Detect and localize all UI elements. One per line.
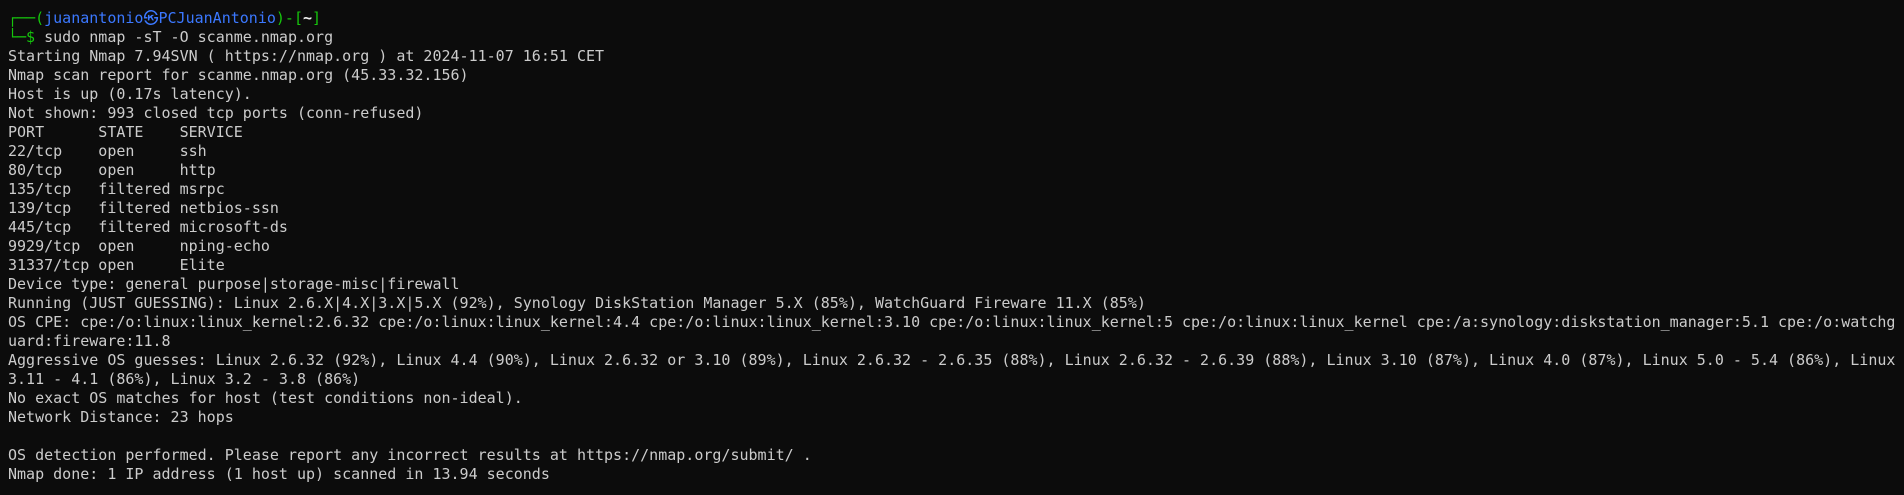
port-row: 80/tcp open http [8, 161, 216, 179]
output-line-not-shown: Not shown: 993 closed tcp ports (conn-re… [8, 104, 424, 122]
command-text: sudo nmap -sT -O scanme.nmap.org [35, 28, 334, 46]
prompt-dir: ~ [302, 9, 313, 27]
prompt-user: juanantonio [44, 9, 144, 27]
device-type-line: Device type: general purpose|storage-mis… [8, 275, 460, 293]
output-line-host-up: Host is up (0.17s latency). [8, 85, 252, 103]
port-row: 22/tcp open ssh [8, 142, 207, 160]
port-table-header: PORT STATE SERVICE [8, 123, 243, 141]
port-row: 445/tcp filtered microsoft-ds [8, 218, 288, 236]
port-row: 139/tcp filtered netbios-ssn [8, 199, 279, 217]
running-line: Running (JUST GUESSING): Linux 2.6.X|4.X… [8, 294, 1146, 312]
prompt-frame-second: └─$ [8, 28, 36, 46]
port-row: 31337/tcp open Elite [8, 256, 225, 274]
network-distance-line: Network Distance: 23 hops [8, 408, 234, 426]
prompt-line: ┌──(juanantonio㉿PCJuanAntonio)-[~] [8, 9, 1904, 28]
no-exact-match-line: No exact OS matches for host (test condi… [8, 389, 523, 407]
port-row: 9929/tcp open nping-echo [8, 237, 270, 255]
os-cpe-line: OS CPE: cpe:/o:linux:linux_kernel:2.6.32… [8, 313, 1896, 350]
port-row: 135/tcp filtered msrpc [8, 180, 225, 198]
output-line-report: Nmap scan report for scanme.nmap.org (45… [8, 66, 469, 84]
prompt-frame-mid: )-[ [275, 9, 303, 27]
terminal-window[interactable]: ┌──(juanantonio㉿PCJuanAntonio)-[~] └─$ s… [0, 0, 1904, 495]
command-line[interactable]: └─$ sudo nmap -sT -O scanme.nmap.org [8, 28, 1904, 47]
prompt-at-symbol: ㉿ [143, 9, 159, 27]
os-detection-line: OS detection performed. Please report an… [8, 446, 812, 464]
prompt-frame-start: ┌──( [8, 9, 45, 27]
prompt-frame-end: ] [312, 9, 322, 27]
output-line-start: Starting Nmap 7.94SVN ( https://nmap.org… [8, 47, 605, 65]
aggressive-guesses-line: Aggressive OS guesses: Linux 2.6.32 (92%… [8, 351, 1896, 388]
prompt-host: PCJuanAntonio [158, 9, 276, 27]
nmap-done-line: Nmap done: 1 IP address (1 host up) scan… [8, 465, 550, 483]
